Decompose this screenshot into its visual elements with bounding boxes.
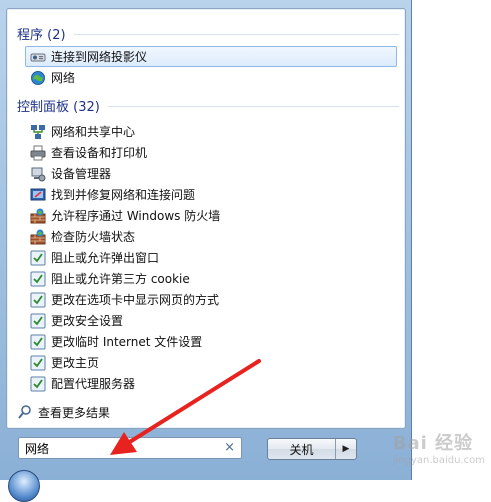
control-panel-item-label: 更改主页	[51, 356, 100, 370]
control-panel-item-0[interactable]: 网络和共享中心	[25, 121, 397, 142]
control-panel-list: 网络和共享中心 查看设备和打印机 设备管理器找到并修复网络和连接问题允许程序通过 W…	[25, 121, 397, 394]
shutdown-options-arrow-icon[interactable]: ▶	[335, 439, 356, 459]
control-panel-item-1[interactable]: 查看设备和打印机	[25, 142, 397, 163]
control-panel-item-11[interactable]: 更改主页	[25, 352, 397, 373]
internet-options-icon	[30, 292, 46, 308]
control-panel-item-label: 阻止或允许第三方 cookie	[51, 272, 190, 286]
internet-options-icon	[30, 313, 46, 329]
control-panel-item-label: 更改在选项卡中显示网页的方式	[51, 293, 220, 307]
firewall-icon	[30, 208, 46, 224]
control-panel-item-5[interactable]: 检查防火墙状态	[25, 226, 397, 247]
internet-options-icon	[30, 355, 46, 371]
control-panel-item-label: 允许程序通过 Windows 防火墙	[51, 209, 221, 223]
header-divider	[107, 105, 399, 107]
control-panel-item-2[interactable]: 设备管理器	[25, 163, 397, 184]
control-panel-item-label: 网络和共享中心	[51, 125, 136, 139]
program-item-label: 连接到网络投影仪	[51, 50, 148, 64]
header-divider	[73, 33, 399, 35]
control-panel-item-label: 配置代理服务器	[51, 377, 136, 391]
control-panel-item-6[interactable]: 阻止或允许弹出窗口	[25, 247, 397, 268]
printer-icon	[30, 145, 46, 161]
see-more-label: 查看更多结果	[38, 405, 111, 420]
internet-options-icon	[30, 271, 46, 287]
control-panel-item-7[interactable]: 阻止或允许第三方 cookie	[25, 268, 397, 289]
control-panel-item-8[interactable]: 更改在选项卡中显示网页的方式	[25, 289, 397, 310]
program-item-0[interactable]: 连接到网络投影仪	[25, 46, 397, 67]
network-sharing-icon	[30, 124, 46, 140]
control-panel-item-label: 阻止或允许弹出窗口	[51, 251, 160, 265]
internet-options-icon	[30, 334, 46, 350]
control-panel-item-label: 更改安全设置	[51, 314, 124, 328]
search-box[interactable]: ×	[18, 437, 242, 459]
search-input[interactable]	[19, 440, 217, 456]
control-panel-item-label: 查看设备和打印机	[51, 146, 148, 160]
program-item-label: 网络	[51, 71, 76, 85]
programs-list: 连接到网络投影仪 网络	[25, 46, 397, 88]
search-results-pane: 程序 (2) 连接到网络投影仪 网络 控制面板 (32) 网络和共享中心 查看设备和…	[6, 8, 406, 429]
network-globe-icon	[30, 70, 46, 86]
see-more-results-link[interactable]: 查看更多结果	[17, 402, 110, 422]
shutdown-button-group: 关机 ▶	[267, 438, 357, 460]
control-panel-item-label: 更改临时 Internet 文件设置	[51, 335, 203, 349]
programs-header[interactable]: 程序 (2)	[17, 22, 399, 44]
program-item-1[interactable]: 网络	[25, 67, 397, 88]
control-panel-item-label: 设备管理器	[51, 167, 112, 181]
control-panel-item-label: 检查防火墙状态	[51, 230, 136, 244]
control-panel-item-label: 找到并修复网络和连接问题	[51, 188, 196, 202]
watermark: Bai 经验 jingyan.baidu.com	[392, 433, 485, 466]
start-menu-frame: 程序 (2) 连接到网络投影仪 网络 控制面板 (32) 网络和共享中心 查看设备和…	[0, 0, 412, 502]
projector-icon	[30, 49, 46, 65]
troubleshoot-icon	[30, 187, 46, 203]
internet-options-icon	[30, 250, 46, 266]
control-panel-item-9[interactable]: 更改安全设置	[25, 310, 397, 331]
search-icon	[17, 404, 33, 420]
start-orb[interactable]	[8, 470, 40, 502]
shutdown-button[interactable]: 关机	[268, 439, 335, 459]
control-panel-item-10[interactable]: 更改临时 Internet 文件设置	[25, 331, 397, 352]
clear-search-icon[interactable]: ×	[224, 440, 235, 455]
internet-options-icon	[30, 376, 46, 392]
control-panel-item-3[interactable]: 找到并修复网络和连接问题	[25, 184, 397, 205]
device-manager-icon	[30, 166, 46, 182]
control-panel-item-12[interactable]: 配置代理服务器	[25, 373, 397, 394]
control-panel-header[interactable]: 控制面板 (32)	[17, 94, 399, 116]
firewall-icon	[30, 229, 46, 245]
control-panel-item-4[interactable]: 允许程序通过 Windows 防火墙	[25, 205, 397, 226]
